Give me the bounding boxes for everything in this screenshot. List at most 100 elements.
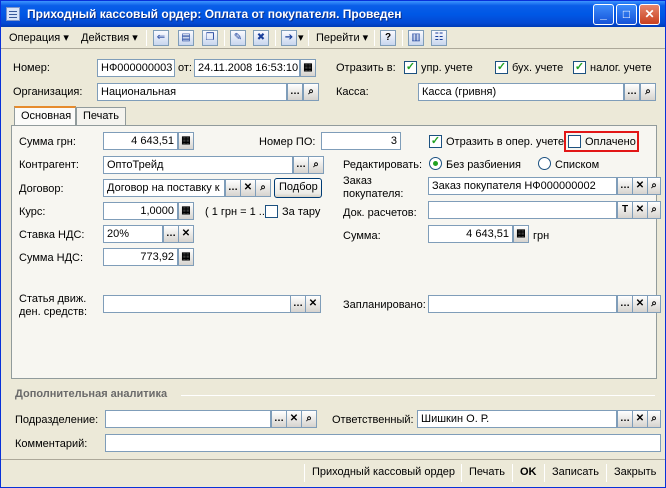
clear-icon[interactable]: ✕ xyxy=(632,295,648,313)
clear-icon[interactable]: ✕ xyxy=(632,177,648,195)
search-icon[interactable]: ⌕ xyxy=(647,177,661,195)
kassa-field[interactable]: Касса (гривня) xyxy=(418,83,624,101)
back-arrow-icon[interactable]: ⇐ xyxy=(153,30,169,46)
actions-menu-label: Действия xyxy=(81,32,130,44)
unpost-document-icon[interactable]: ✖ xyxy=(253,30,269,46)
operation-menu[interactable]: Операция ▾ xyxy=(9,30,69,46)
calculator-icon[interactable]: ▦ xyxy=(513,225,529,243)
kontragent-field[interactable]: ОптоТрейд xyxy=(103,156,293,174)
upr-checkbox[interactable]: ✓ xyxy=(404,61,417,74)
zaplan-field[interactable] xyxy=(428,295,617,313)
select-ellipsis-icon[interactable]: … xyxy=(624,83,640,101)
print-button[interactable]: Печать xyxy=(469,466,505,478)
za-taru-label: За тару xyxy=(282,206,321,218)
select-ellipsis-icon[interactable]: … xyxy=(163,225,179,243)
kurs-field[interactable]: 1,0000 xyxy=(103,202,178,220)
clear-icon[interactable]: ✕ xyxy=(632,410,648,428)
summa-nds-field[interactable]: 773,92 xyxy=(103,248,178,266)
clear-icon[interactable]: ✕ xyxy=(286,410,302,428)
comment-field[interactable] xyxy=(105,434,661,452)
settings-list-icon[interactable]: ☷ xyxy=(431,30,447,46)
copy-icon[interactable]: ❐ xyxy=(202,30,218,46)
clear-icon[interactable]: ✕ xyxy=(632,201,648,219)
actions-menu[interactable]: Действия ▾ xyxy=(81,30,138,46)
close-button[interactable]: Закрыть xyxy=(614,466,656,478)
date-field[interactable]: 24.11.2008 16:53:10 xyxy=(194,59,300,77)
sum-label: Сумма грн: xyxy=(19,136,76,148)
search-icon[interactable]: ⌕ xyxy=(640,83,656,101)
stavka-field[interactable]: 20% xyxy=(103,225,163,243)
close-window-button[interactable]: ✕ xyxy=(639,4,660,25)
search-icon[interactable]: ⌕ xyxy=(255,179,271,197)
post-document-icon[interactable]: ✎ xyxy=(230,30,246,46)
dogovor-field[interactable]: Договор на поставку к xyxy=(103,179,225,197)
reflect-label: Отразить в: xyxy=(336,62,396,74)
summa-field[interactable]: 4 643,51 xyxy=(428,225,513,243)
search-icon[interactable]: ⌕ xyxy=(647,201,661,219)
calculator-icon[interactable]: ▦ xyxy=(178,248,194,266)
no-split-radio[interactable] xyxy=(429,157,442,170)
statya-label-line2: ден. средств: xyxy=(19,306,88,318)
ok-button[interactable]: OK xyxy=(520,466,537,478)
goto-menu[interactable]: Перейти ▾ xyxy=(316,30,368,46)
save-button[interactable]: Записать xyxy=(552,466,599,478)
number-field[interactable]: НФ000000003 xyxy=(97,59,175,77)
print-form-button[interactable]: Приходный кассовый ордер xyxy=(312,466,455,478)
select-ellipsis-icon[interactable]: … xyxy=(290,295,306,313)
paid-checkbox[interactable] xyxy=(568,135,581,148)
podrazd-field[interactable] xyxy=(105,410,271,428)
zakaz-label-line1: Заказ xyxy=(343,175,372,187)
search-icon[interactable]: ⌕ xyxy=(647,295,661,313)
calendar-icon[interactable]: ▦ xyxy=(300,59,316,77)
select-ellipsis-icon[interactable]: … xyxy=(617,410,633,428)
document-icon xyxy=(6,7,20,21)
za-taru-checkbox[interactable] xyxy=(265,205,278,218)
clear-icon[interactable]: ✕ xyxy=(305,295,321,313)
dok-rasch-field[interactable] xyxy=(428,201,617,219)
search-icon[interactable]: ⌕ xyxy=(308,156,324,174)
comment-label: Комментарий: xyxy=(15,438,88,450)
search-icon[interactable]: ⌕ xyxy=(301,410,317,428)
window-title: Приходный кассовый ордер: Оплата от поку… xyxy=(27,7,402,21)
kurs-label: Курс: xyxy=(19,206,46,218)
based-on-icon[interactable]: ➔ xyxy=(281,30,297,46)
statya-label-line1: Статья движ. xyxy=(19,293,87,305)
document-window: Приходный кассовый ордер: Оплата от поку… xyxy=(0,0,666,488)
calculator-icon[interactable]: ▦ xyxy=(178,132,194,150)
organization-field[interactable]: Национальная xyxy=(97,83,287,101)
select-ellipsis-icon[interactable]: … xyxy=(271,410,287,428)
command-separator xyxy=(606,464,607,482)
buh-checkbox[interactable]: ✓ xyxy=(495,61,508,74)
tab-print[interactable]: Печать xyxy=(76,107,126,125)
tab-main[interactable]: Основная xyxy=(14,106,76,126)
reflect-oper-checkbox[interactable]: ✓ xyxy=(429,135,442,148)
select-ellipsis-icon[interactable]: … xyxy=(617,295,633,313)
upr-label: упр. учете xyxy=(421,62,473,74)
help-icon[interactable]: ? xyxy=(380,30,396,46)
document-list-icon[interactable]: ▤ xyxy=(178,30,194,46)
search-icon[interactable]: ⌕ xyxy=(647,410,661,428)
calculator-icon[interactable]: ▦ xyxy=(178,202,194,220)
maximize-button[interactable]: □ xyxy=(616,4,637,25)
search-icon[interactable]: ⌕ xyxy=(303,83,319,101)
minimize-button[interactable]: _ xyxy=(593,4,614,25)
select-ellipsis-icon[interactable]: … xyxy=(287,83,303,101)
nalog-checkbox[interactable]: ✓ xyxy=(573,61,586,74)
select-ellipsis-icon[interactable]: … xyxy=(617,177,633,195)
clear-icon[interactable]: ✕ xyxy=(178,225,194,243)
dropdown-arrow-icon[interactable]: ▾ xyxy=(298,30,304,46)
podbor-button[interactable]: Подбор xyxy=(274,178,322,198)
select-ellipsis-icon[interactable]: … xyxy=(225,179,241,197)
structure-icon[interactable]: ▥ xyxy=(408,30,424,46)
select-ellipsis-icon[interactable]: … xyxy=(293,156,309,174)
otvetst-field[interactable]: Шишкин О. Р. xyxy=(417,410,617,428)
toolbar-separator xyxy=(374,30,375,46)
list-radio[interactable] xyxy=(538,157,551,170)
nomer-po-field[interactable]: 3 xyxy=(321,132,401,150)
kurs-note: ( 1 грн = 1 .. xyxy=(205,206,265,218)
type-t-icon[interactable]: T xyxy=(617,201,633,219)
zakaz-field[interactable]: Заказ покупателя НФ000000002 xyxy=(428,177,617,195)
sum-field[interactable]: 4 643,51 xyxy=(103,132,178,150)
clear-icon[interactable]: ✕ xyxy=(240,179,256,197)
statya-field[interactable] xyxy=(103,295,305,313)
